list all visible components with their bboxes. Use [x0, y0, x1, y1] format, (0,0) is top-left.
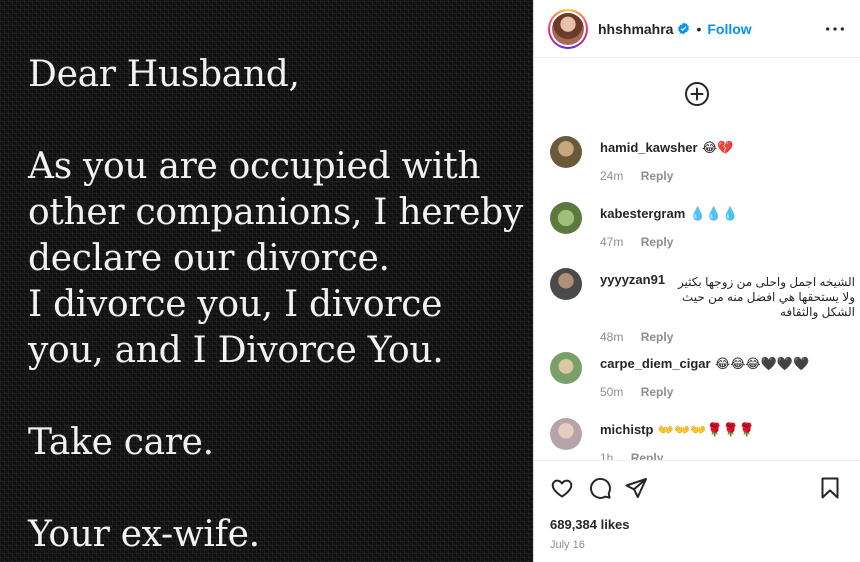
more-options-icon[interactable]: [824, 18, 846, 40]
comment-text: 💧💧💧: [689, 206, 739, 221]
reply-button[interactable]: Reply: [641, 385, 674, 399]
author-avatar[interactable]: [548, 8, 588, 49]
letter-signoff: Your ex-wife.: [28, 514, 260, 555]
commenter-username[interactable]: kabestergram: [600, 206, 685, 221]
commenter-avatar[interactable]: [550, 202, 582, 234]
comment-text: 😂😂😂🖤🖤🖤: [715, 356, 810, 371]
post-date[interactable]: July 16: [550, 539, 585, 551]
comment-text: 👐👐👐🌹🌹🌹: [657, 422, 756, 437]
comment-time: 48m: [600, 330, 624, 344]
add-comment-area: [534, 58, 860, 130]
commenter-username[interactable]: michistp: [600, 422, 653, 437]
comment-time: 1h: [600, 451, 614, 460]
comment-text: الشيخه اجمل واحلى من زوجها بكثير ولا يست…: [677, 275, 855, 319]
follow-button[interactable]: Follow: [707, 21, 751, 37]
commenter-avatar[interactable]: [550, 136, 582, 168]
commenter-username[interactable]: yyyyzan91: [600, 272, 665, 287]
post-image[interactable]: Dear Husband, As you are occupied with o…: [0, 0, 533, 562]
comment-icon[interactable]: [588, 476, 612, 500]
letter-paragraph: As you are occupied with other companion…: [28, 146, 523, 371]
author-username[interactable]: hhshmahra: [598, 21, 673, 37]
header-separator: •: [696, 20, 702, 37]
post-actions: 689,384 likes July 16: [534, 460, 860, 562]
letter-greeting: Dear Husband,: [28, 54, 300, 95]
commenter-username[interactable]: hamid_kawsher: [600, 140, 698, 155]
reply-button[interactable]: Reply: [641, 330, 674, 344]
instagram-post-view: Dear Husband, As you are occupied with o…: [0, 0, 860, 562]
post-sidebar: hhshmahra • Follow hamid_kawsher 😂💔 24m …: [533, 0, 860, 562]
add-circle-icon[interactable]: [684, 81, 710, 107]
post-header: hhshmahra • Follow: [534, 0, 860, 58]
commenter-username[interactable]: carpe_diem_cigar: [600, 356, 711, 371]
comment-meta: 47m Reply: [600, 235, 855, 249]
reply-button[interactable]: Reply: [631, 451, 664, 460]
comment-meta: 24m Reply: [600, 169, 855, 183]
comment-meta: 50m Reply: [600, 385, 855, 399]
comment-time: 24m: [600, 169, 624, 183]
comment-text: 😂💔: [702, 140, 734, 155]
comment-meta: 48m Reply: [600, 330, 855, 344]
comment-time: 47m: [600, 235, 624, 249]
commenter-avatar[interactable]: [550, 352, 582, 384]
verified-badge-icon: [678, 22, 690, 35]
letter-closing: Take care.: [28, 422, 214, 463]
heart-icon[interactable]: [550, 476, 574, 500]
comment-meta: 1h Reply: [600, 451, 855, 460]
likes-count[interactable]: 689,384 likes: [550, 517, 630, 532]
comment-time: 50m: [600, 385, 624, 399]
reply-button[interactable]: Reply: [641, 235, 674, 249]
comments-list[interactable]: hamid_kawsher 😂💔 24m Reply kabestergram …: [534, 130, 860, 460]
share-icon[interactable]: [624, 476, 648, 500]
divorce-letter: Dear Husband, As you are occupied with o…: [28, 52, 523, 558]
bookmark-icon[interactable]: [818, 476, 842, 500]
commenter-avatar[interactable]: [550, 418, 582, 450]
commenter-avatar[interactable]: [550, 268, 582, 300]
reply-button[interactable]: Reply: [641, 169, 674, 183]
